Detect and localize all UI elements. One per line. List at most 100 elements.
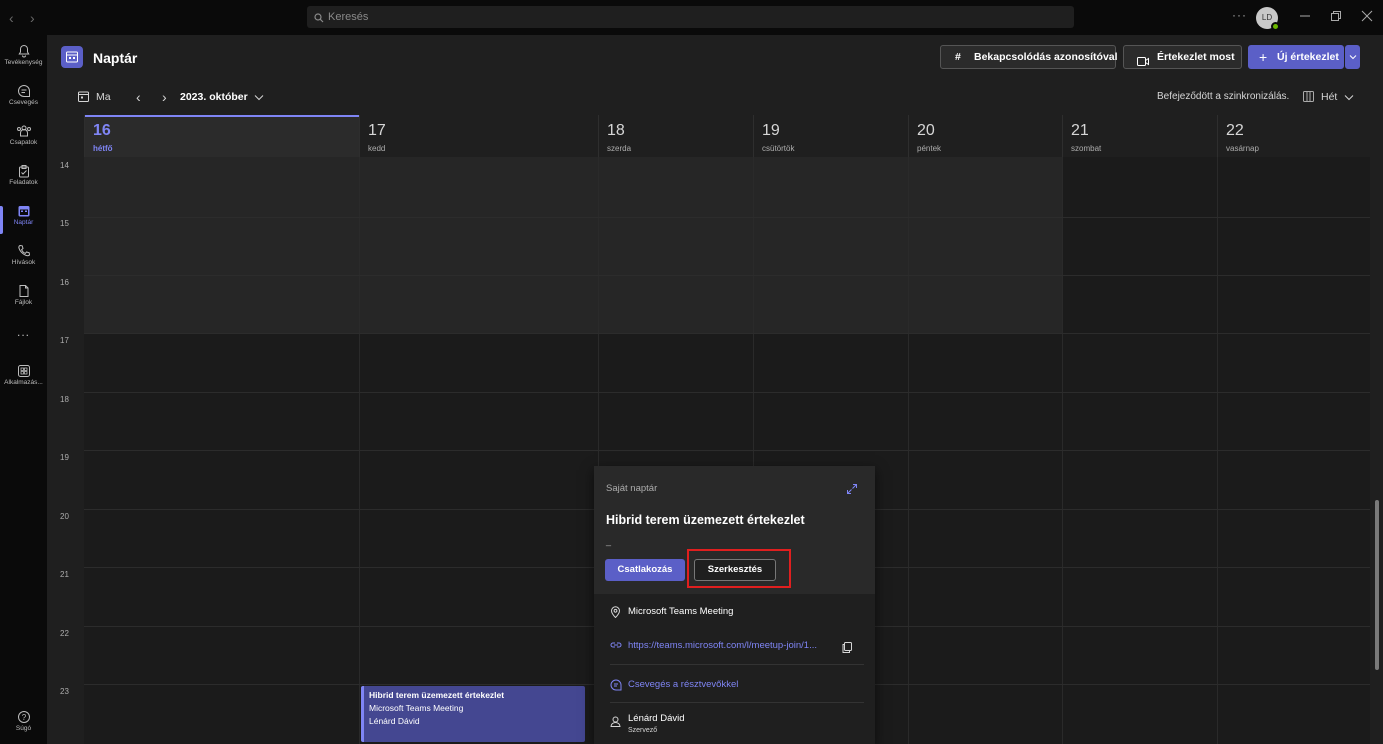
join-button[interactable]: Csatlakozás <box>605 559 685 581</box>
rail-label: Hívások <box>11 259 36 266</box>
rail-item-activity[interactable]: Tevékenység <box>0 40 47 80</box>
presence-status-icon <box>1271 22 1280 31</box>
view-chevron-down-icon[interactable] <box>1344 92 1354 104</box>
day-number: 16 <box>93 122 111 139</box>
avatar[interactable]: LD <box>1256 7 1280 31</box>
rail-item-files[interactable]: Fájlok <box>0 280 47 320</box>
day-header-thursday[interactable]: 19 csütörtök <box>753 115 908 157</box>
search-icon <box>314 10 324 28</box>
new-meeting-button[interactable]: + Új értekezlet <box>1248 45 1344 69</box>
hour-line <box>84 217 1370 218</box>
meet-now-label: Értekezlet most <box>1157 51 1235 63</box>
more-options-icon[interactable]: ··· <box>1232 8 1247 22</box>
video-camera-icon <box>1137 52 1149 74</box>
hash-icon: # <box>955 51 961 63</box>
rail-label: Tevékenység <box>4 59 43 66</box>
hour-line <box>84 333 1370 334</box>
edit-button-highlight <box>687 549 791 588</box>
meeting-link[interactable]: https://teams.microsoft.com/l/meetup-joi… <box>628 640 817 651</box>
event-details-popup: Saját naptár Hibrid terem üzemezett érte… <box>594 466 875 744</box>
rail-label: Csevegés <box>9 99 38 106</box>
day-number: 22 <box>1226 122 1244 139</box>
rail-item-apps[interactable]: Alkalmazás... <box>0 360 47 400</box>
previous-week-icon[interactable]: ‹ <box>136 89 141 105</box>
minimize-icon[interactable] <box>1298 9 1312 23</box>
event-organizer: Lénárd Dávid <box>369 716 420 726</box>
tasks-icon <box>18 165 29 178</box>
popup-title: Hibrid terem üzemezett értekezlet <box>606 513 805 527</box>
rail-item-calls[interactable]: Hívások <box>0 240 47 280</box>
day-name: szerda <box>607 144 632 153</box>
divider <box>610 702 864 703</box>
view-switcher[interactable]: Hét <box>1321 91 1337 103</box>
rail-label: Feladatok <box>9 179 38 186</box>
title-bar: ‹ › Keresés ··· LD <box>0 0 1383 35</box>
day-number: 17 <box>368 122 386 139</box>
day-header-sunday[interactable]: 22 vasárnap <box>1217 115 1383 157</box>
rail-label: Fájlok <box>14 299 33 306</box>
restore-icon[interactable] <box>1329 9 1343 23</box>
organizer-role: Szervező <box>628 727 658 734</box>
expand-icon[interactable] <box>846 482 858 500</box>
calendar-name: Saját naptár <box>606 483 658 494</box>
rail-item-more[interactable]: ... <box>0 325 47 345</box>
meet-now-button[interactable]: Értekezlet most <box>1123 45 1242 69</box>
event-title: Hibrid terem üzemezett értekezlet <box>369 690 505 700</box>
month-chevron-down-icon[interactable] <box>254 92 264 104</box>
hour-label: 22 <box>60 629 69 638</box>
hour-label: 15 <box>60 219 69 228</box>
day-header-tuesday[interactable]: 17 kedd <box>359 115 598 157</box>
rail-label: Alkalmazás... <box>4 379 43 386</box>
calendar-event[interactable]: Hibrid terem üzemezett értekezlet Micros… <box>361 686 585 742</box>
day-header-saturday[interactable]: 21 szombat <box>1062 115 1217 157</box>
avatar-initials: LD <box>1261 13 1273 22</box>
hour-line <box>84 275 1370 276</box>
hour-label: 17 <box>60 336 69 345</box>
day-number: 20 <box>917 122 935 139</box>
day-name: péntek <box>917 144 942 153</box>
organizer-name: Lénárd Dávid <box>628 713 685 724</box>
back-arrow-icon[interactable]: ‹ <box>9 10 14 26</box>
rail-item-teams[interactable]: Csapatok <box>0 120 47 160</box>
new-meeting-dropdown[interactable] <box>1345 45 1360 69</box>
day-header-wednesday[interactable]: 18 szerda <box>598 115 753 157</box>
help-button[interactable]: ? Súgó <box>0 710 47 732</box>
rail-label: Naptár <box>13 219 34 226</box>
next-week-icon[interactable]: › <box>162 89 167 105</box>
help-label: Súgó <box>15 725 32 732</box>
day-name: hétfő <box>93 144 113 153</box>
close-icon[interactable] <box>1360 9 1374 23</box>
apps-icon <box>17 365 30 377</box>
phone-icon <box>17 244 30 257</box>
join-with-id-label: Bekapcsolódás azonosítóval <box>974 51 1118 63</box>
location-text: Microsoft Teams Meeting <box>628 606 734 617</box>
teams-icon <box>16 125 31 137</box>
rail-item-chat[interactable]: Csevegés <box>0 80 47 120</box>
month-picker[interactable]: 2023. október <box>180 91 248 103</box>
divider <box>610 664 864 665</box>
day-header-monday[interactable]: 16 hétfő <box>84 115 359 157</box>
link-icon <box>610 640 622 653</box>
today-calendar-icon[interactable] <box>78 91 89 105</box>
join-with-id-button[interactable]: # Bekapcsolódás azonosítóval <box>940 45 1118 69</box>
plus-icon: + <box>1259 49 1268 65</box>
rail-item-tasks[interactable]: Feladatok <box>0 160 47 200</box>
rail-item-calendar[interactable]: Naptár <box>0 200 47 240</box>
day-number: 19 <box>762 122 780 139</box>
today-button[interactable]: Ma <box>96 91 111 103</box>
day-header-friday[interactable]: 20 péntek <box>908 115 1062 157</box>
bell-icon <box>17 44 30 58</box>
hour-line <box>84 450 1370 451</box>
copy-icon[interactable] <box>842 640 852 658</box>
chevron-down-icon <box>1349 51 1357 63</box>
hour-label: 20 <box>60 512 69 521</box>
scrollbar[interactable] <box>1375 500 1379 670</box>
working-hours-area <box>84 157 1062 333</box>
forward-arrow-icon[interactable]: › <box>30 10 35 26</box>
person-icon <box>610 716 621 730</box>
new-meeting-label: Új értekezlet <box>1277 51 1339 63</box>
chat-with-participants[interactable]: Csevegés a résztvevőkkel <box>628 679 738 690</box>
day-number: 21 <box>1071 122 1089 139</box>
search-input[interactable]: Keresés <box>307 6 1074 28</box>
sync-status: Befejeződött a szinkronizálás. <box>1157 91 1290 102</box>
